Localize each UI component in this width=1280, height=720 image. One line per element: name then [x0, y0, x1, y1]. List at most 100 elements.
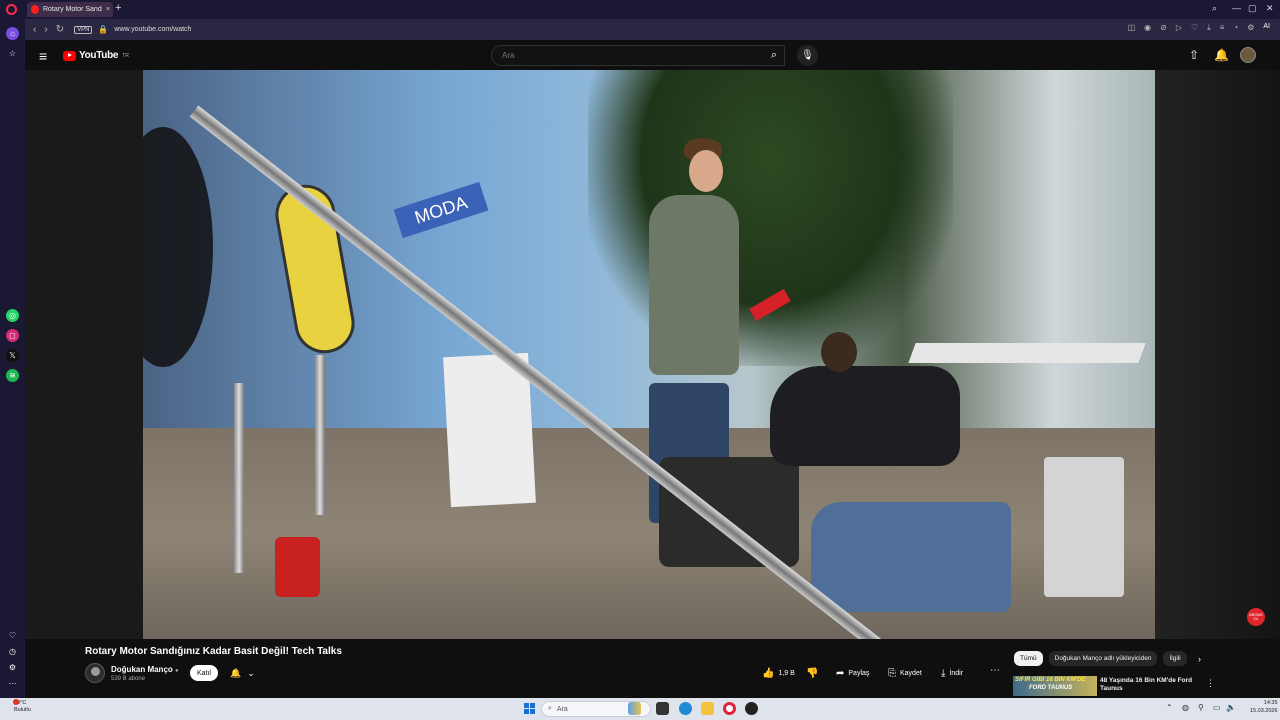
- red-canister: [274, 536, 320, 597]
- chevron-down-icon: ⌄: [247, 667, 255, 678]
- extension-icons: ◫ ◉ ⊘ ▷ ♡ ⤓ ≡ ◔ ⚙ AI: [1128, 23, 1270, 33]
- hamburger-menu-icon[interactable]: ≡: [39, 48, 47, 64]
- tray-network-icon[interactable]: ▭: [1213, 703, 1221, 712]
- join-button[interactable]: Katıl: [190, 665, 218, 681]
- home-icon[interactable]: ⌂: [6, 27, 19, 40]
- subscribed-bell-button[interactable]: 🔔 ⌄: [222, 665, 260, 681]
- taskbar-search-label: Ara: [556, 705, 568, 713]
- download-button[interactable]: ⤓ İndir: [941, 665, 963, 681]
- tray-location-icon[interactable]: ⚲: [1198, 703, 1204, 712]
- thumbs-up-icon: 👍: [762, 667, 775, 679]
- aria-ai-button[interactable]: AI: [1263, 23, 1270, 33]
- file-explorer-icon[interactable]: [701, 702, 714, 715]
- taskbar-widget-icon[interactable]: [628, 702, 641, 715]
- forward-icon[interactable]: ›: [44, 24, 47, 35]
- youtube-favicon-icon: [31, 5, 39, 14]
- youtube-play-icon: [63, 50, 76, 61]
- tray-app-icon[interactable]: ◍: [1182, 703, 1189, 712]
- x-twitter-icon[interactable]: 𝕏: [6, 349, 19, 362]
- vpn-badge[interactable]: VPN: [74, 25, 93, 34]
- profile-icon[interactable]: ◔: [1233, 23, 1238, 33]
- upload-icon[interactable]: ⇧: [1189, 48, 1199, 62]
- video-title: Rotary Motor Sandığınız Kadar Basit Deği…: [85, 646, 342, 657]
- new-tab-button[interactable]: +: [115, 2, 121, 14]
- recommendation-title[interactable]: 48 Yaşında 16 Bin KM'de Ford Taunus: [1100, 677, 1200, 694]
- tray-sound-icon[interactable]: 🔈: [1226, 703, 1236, 712]
- download-icon[interactable]: ⤓: [1207, 23, 1211, 33]
- search-button[interactable]: ⌕: [763, 45, 785, 66]
- more-sidebar-icon[interactable]: ⋯: [6, 677, 19, 690]
- recommendation-thumbnail[interactable]: SIFIR GİBİ 16 BİN KM'DE FORD TAUNUS: [1013, 676, 1097, 696]
- youtube-logo[interactable]: YouTube TR: [63, 50, 129, 61]
- clock-time: 14:35: [1263, 700, 1278, 706]
- instagram-icon[interactable]: ◻: [6, 329, 19, 342]
- channel-avatar[interactable]: [85, 663, 105, 683]
- thumbs-down-icon: 👎: [806, 667, 819, 679]
- opera-gx-taskbar-icon[interactable]: [745, 702, 758, 715]
- tray-chevron-icon[interactable]: ⌃: [1166, 703, 1173, 712]
- lock-icon[interactable]: 🔒: [98, 25, 108, 34]
- screenshot-icon[interactable]: ◫: [1128, 23, 1136, 33]
- weather-widget[interactable]: 10°C Bulutlu: [13, 699, 31, 713]
- like-button[interactable]: 👍 1,9 B: [762, 665, 795, 681]
- tab-close-icon[interactable]: ×: [106, 6, 113, 13]
- glass-table: [908, 343, 1146, 364]
- maximize-icon[interactable]: ▢: [1248, 3, 1257, 14]
- search-input[interactable]: [492, 46, 784, 65]
- whatsapp-icon[interactable]: ◎: [6, 309, 19, 322]
- share-label: Paylaş: [848, 669, 870, 677]
- browser-search-icon[interactable]: ⌕: [1212, 3, 1217, 14]
- settings-icon[interactable]: ⚙: [6, 661, 19, 674]
- thumb-caption-1: SIFIR GİBİ 16 BİN KM'DE: [1015, 677, 1086, 683]
- easy-setup-icon[interactable]: ⚙: [1247, 23, 1254, 33]
- bookmark-icon: ⎘: [888, 667, 896, 679]
- player-letterbox: [1155, 70, 1280, 639]
- spotify-icon[interactable]: ≋: [6, 369, 19, 382]
- taskbar-search-icon: ⌕: [548, 705, 552, 712]
- save-label: Kaydet: [900, 669, 922, 677]
- verified-badge-icon: ●: [175, 668, 179, 674]
- notifications-bell-icon[interactable]: 🔔: [1214, 48, 1229, 62]
- thumb-caption-2: FORD TAUNUS: [1029, 685, 1073, 691]
- history-icon[interactable]: ◷: [6, 645, 19, 658]
- back-icon[interactable]: ‹: [33, 24, 36, 35]
- task-view-icon[interactable]: [656, 702, 669, 715]
- share-icon: ➦: [836, 667, 845, 679]
- video-frame[interactable]: MODA: [143, 70, 1155, 639]
- ivy-plants: [588, 70, 953, 366]
- star-icon[interactable]: ☆: [6, 47, 19, 60]
- adblock-icon[interactable]: ⊘: [1160, 23, 1167, 33]
- chip-all[interactable]: Tümü: [1014, 651, 1043, 666]
- opera-taskbar-icon[interactable]: [723, 702, 736, 715]
- opera-logo-icon[interactable]: [6, 4, 17, 15]
- channel-name-text[interactable]: Doğukan Manço: [111, 665, 173, 674]
- save-button[interactable]: ⎘ Kaydet: [888, 665, 922, 681]
- heart-sidebar-icon[interactable]: ♡: [6, 629, 19, 642]
- voice-search-icon[interactable]: 🎙: [797, 45, 818, 66]
- camera-icon[interactable]: ◉: [1144, 23, 1151, 33]
- reload-icon[interactable]: ↻: [56, 24, 64, 35]
- minimize-icon[interactable]: —: [1232, 3, 1241, 13]
- browser-tab-active[interactable]: Rotary Motor Sandığı ×: [27, 2, 113, 17]
- close-window-icon[interactable]: ✕: [1266, 3, 1274, 14]
- standing-man-head: [689, 149, 724, 192]
- chip-scroll-right-icon[interactable]: ›: [1198, 654, 1201, 664]
- menu-icon[interactable]: ≡: [1220, 23, 1225, 33]
- chip-from-uploader[interactable]: Doğukan Manço adlı yükleyiciden: [1048, 651, 1158, 666]
- account-avatar[interactable]: [1240, 47, 1256, 63]
- url-field[interactable]: www.youtube.com/watch: [114, 26, 191, 33]
- heart-icon[interactable]: ♡: [1191, 23, 1198, 33]
- taskbar-clock[interactable]: 14:35 15.03.2026: [1250, 700, 1278, 715]
- stanchion-right: [315, 354, 326, 515]
- video-player[interactable]: MODA ABONE OL: [25, 70, 1280, 639]
- player-icon[interactable]: ▷: [1176, 23, 1182, 33]
- edge-icon[interactable]: [679, 702, 692, 715]
- subscribe-watermark[interactable]: ABONE OL: [1247, 608, 1265, 626]
- more-actions-button[interactable]: ⋯: [990, 665, 1000, 676]
- dislike-button[interactable]: 👎: [806, 665, 818, 681]
- channel-name[interactable]: Doğukan Manço ●: [111, 665, 179, 674]
- chip-related[interactable]: İlgili: [1163, 651, 1188, 666]
- windows-start-icon[interactable]: [524, 703, 535, 714]
- recommendation-menu-icon[interactable]: ⋮: [1206, 678, 1215, 689]
- share-button[interactable]: ➦ Paylaş: [836, 665, 869, 681]
